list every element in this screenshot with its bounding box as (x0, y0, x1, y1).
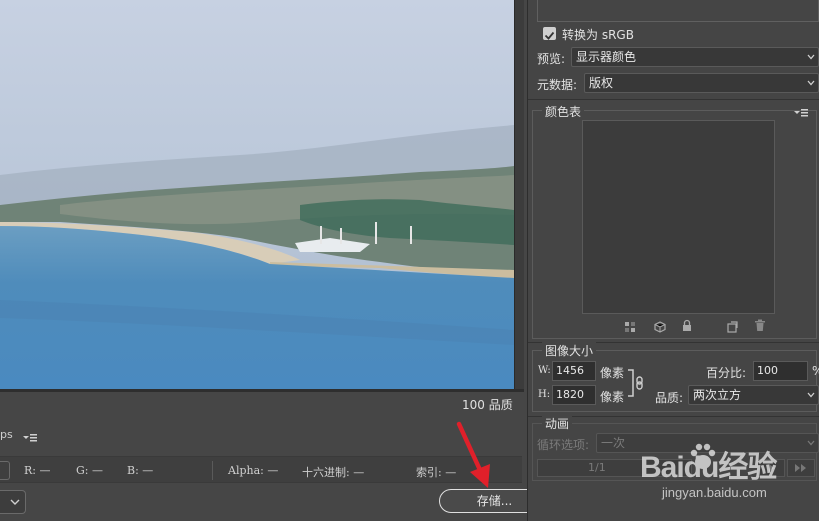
web-snap-icon[interactable] (624, 318, 636, 332)
percent-input[interactable]: 100 (753, 361, 808, 381)
constrain-proportions-link-icon[interactable] (627, 368, 647, 398)
width-unit-label: 像素 (600, 366, 625, 380)
settings-box-top (537, 0, 819, 22)
animation-title: 动画 (542, 415, 573, 432)
loop-options-value: 一次 (601, 436, 626, 450)
chevron-down-icon (807, 54, 815, 60)
checkmark-icon (544, 31, 555, 40)
blue-value: B: — (127, 464, 154, 477)
color-table-menu-icon[interactable] (793, 104, 809, 117)
color-table-swatches[interactable] (582, 120, 775, 314)
preview-bottom-border (0, 389, 524, 392)
baidu-watermark: Baidu经验 jingyan.baidu.com (632, 432, 819, 512)
hex-value: 十六进制: — (302, 466, 365, 479)
convert-srgb-label: 转换为 sRGB (562, 28, 634, 42)
color-table-title: 颜色表 (542, 103, 585, 120)
color-info-bar: R: — G: — B: — Alpha: — 十六进制: — 索引: — (0, 456, 522, 483)
chevron-down-icon (10, 499, 20, 505)
watermark-url: jingyan.baidu.com (662, 485, 767, 500)
metadata-value: 版权 (589, 76, 614, 90)
chevron-down-icon (807, 392, 815, 398)
red-value: R: — (24, 464, 51, 477)
image-preview[interactable] (0, 0, 514, 389)
index-value: 索引: — (416, 466, 457, 479)
height-input[interactable]: 1820 (552, 385, 596, 405)
status-divider (212, 461, 213, 480)
convert-srgb-checkbox[interactable] (543, 27, 556, 40)
green-value: G: — (76, 464, 103, 477)
preview-quality-label: 100 品质 (462, 398, 513, 412)
new-color-icon[interactable] (726, 318, 738, 333)
percent-unit: % (812, 364, 819, 378)
preview-vertical-frame (514, 0, 524, 392)
resample-quality-select[interactable]: 两次立方 (688, 385, 819, 405)
preview-mode-value: 显示器颜色 (576, 50, 637, 64)
width-label: W: (538, 365, 551, 376)
resample-quality-value: 两次立方 (693, 388, 742, 402)
preview-mode-select[interactable]: 显示器颜色 (571, 47, 819, 67)
preview-landscape-image (0, 0, 514, 389)
preview-speed-menu-icon[interactable] (22, 429, 38, 442)
panel-separator (528, 99, 819, 100)
chevron-down-icon (807, 80, 815, 86)
percent-label: 百分比: (706, 366, 747, 380)
loop-options-label: 循环选项: (537, 438, 590, 452)
frame-counter: 1/1 (588, 461, 606, 474)
width-input[interactable]: 1456 (552, 361, 596, 381)
lock-icon[interactable] (681, 317, 693, 331)
preview-speed-label: ps (0, 428, 13, 441)
annotation-arrow-icon (456, 421, 490, 488)
image-size-title: 图像大小 (542, 342, 597, 359)
metadata-select[interactable]: 版权 (584, 73, 819, 93)
zoom-dropdown[interactable] (0, 490, 26, 514)
zoom-control-stub[interactable] (0, 461, 10, 480)
cube-icon[interactable] (654, 318, 666, 333)
paw-icon (690, 443, 716, 469)
preview-mode-label: 预览: (537, 52, 566, 66)
trash-icon[interactable] (754, 317, 766, 331)
height-unit-label: 像素 (600, 390, 625, 404)
metadata-label: 元数据: (537, 78, 578, 92)
resample-quality-label: 品质: (655, 391, 684, 405)
alpha-value: Alpha: — (228, 464, 279, 477)
height-label: H: (538, 389, 551, 400)
